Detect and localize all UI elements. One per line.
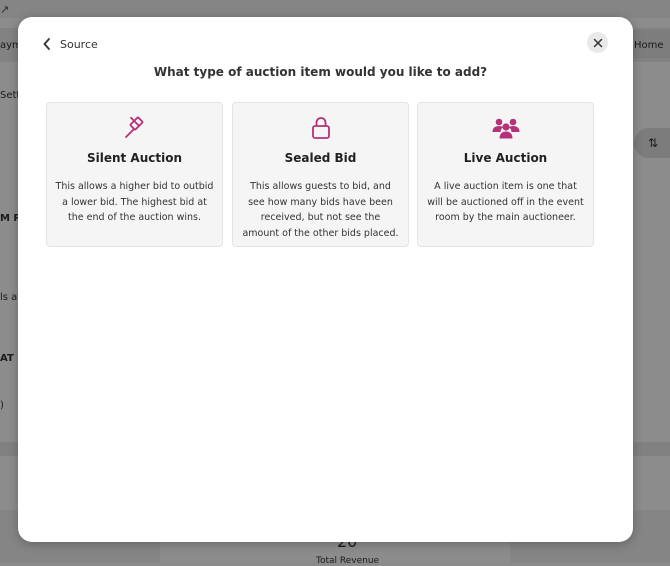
live-auction-title: Live Auction — [463, 151, 548, 165]
silent-auction-description: This allows a higher bid to outbid a low… — [55, 181, 214, 223]
group-icon — [492, 118, 519, 139]
sealed-bid-description: This allows guests to bid, and see how m… — [242, 181, 399, 239]
sealed-bid-title: Sealed Bid — [284, 151, 357, 165]
close-icon — [593, 38, 602, 47]
live-auction-option[interactable]: Live Auction A live auction item is one … — [417, 102, 594, 247]
dialog-title: What type of auction item would you like… — [153, 65, 488, 79]
silent-auction-option[interactable]: Silent Auction This allows a higher bid … — [46, 102, 223, 247]
back-button-label: Source — [60, 37, 98, 51]
gavel-icon — [124, 116, 143, 138]
add-auction-item-dialog: Source What type of auction item would y… — [18, 17, 633, 542]
live-auction-description: A live auction item is one that will be … — [427, 181, 584, 223]
close-dialog-button[interactable] — [587, 32, 608, 53]
chevron-left-icon — [43, 38, 50, 50]
sealed-bid-option[interactable]: Sealed Bid This allows guests to bid, an… — [232, 102, 409, 247]
silent-auction-title: Silent Auction — [86, 151, 183, 165]
lock-icon — [311, 117, 330, 139]
back-to-source-button[interactable]: Source — [43, 34, 98, 54]
